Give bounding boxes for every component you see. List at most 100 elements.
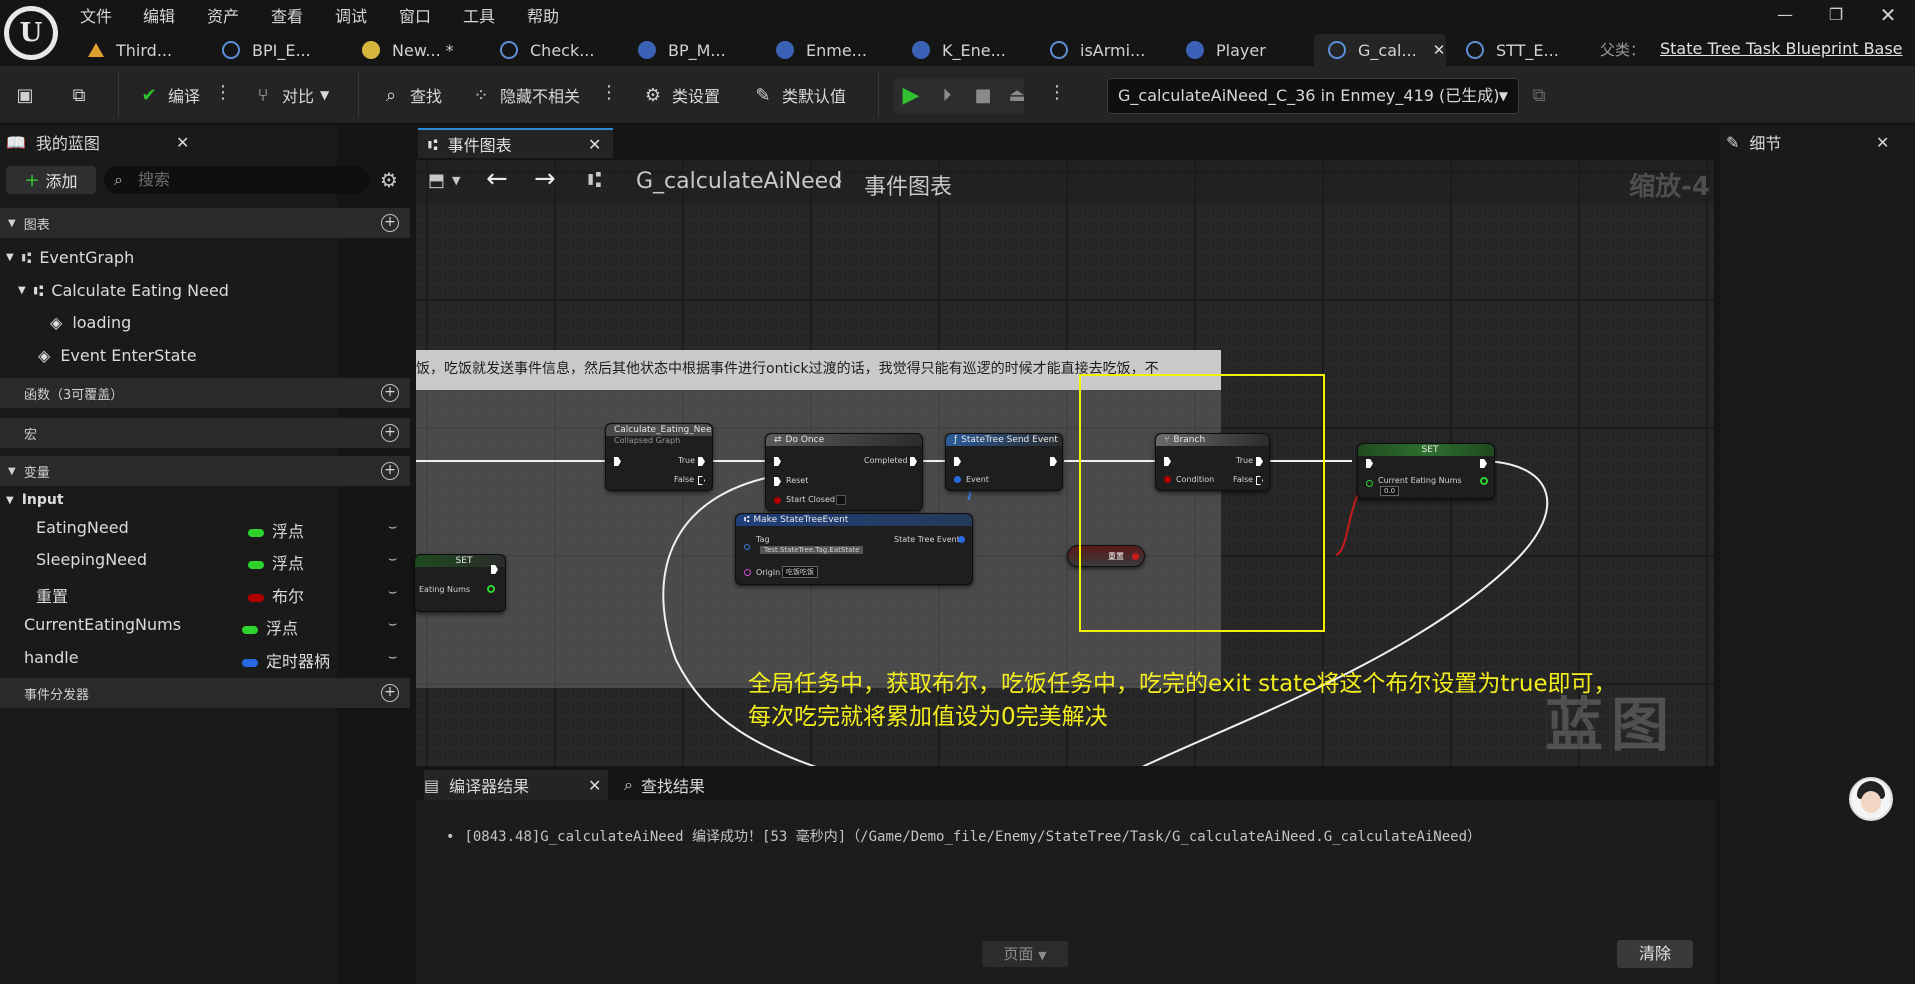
section-macros[interactable]: 宏 + bbox=[0, 418, 410, 448]
menu-help[interactable]: 帮助 bbox=[527, 3, 559, 27]
step-button[interactable]: ⏵ bbox=[936, 80, 966, 110]
object-in-pin[interactable] bbox=[744, 569, 751, 576]
menu-view[interactable]: 查看 bbox=[271, 3, 303, 27]
doc-tab[interactable]: BPI_E... bbox=[208, 34, 311, 66]
struct-out-pin[interactable] bbox=[958, 536, 965, 543]
add-button[interactable]: + 添加 bbox=[6, 166, 96, 194]
forward-arrow-icon[interactable]: → bbox=[534, 164, 556, 194]
doc-tab[interactable]: Enme... bbox=[762, 34, 867, 66]
variable-row[interactable]: 重置 布尔 ⌣ bbox=[0, 579, 410, 607]
doc-tab-active[interactable]: G_cal... ✕ bbox=[1314, 34, 1446, 66]
exec-in-pin[interactable] bbox=[614, 457, 621, 466]
exec-in-pin[interactable] bbox=[774, 457, 781, 466]
doc-tab[interactable]: New... * bbox=[348, 34, 454, 66]
back-arrow-icon[interactable]: ← bbox=[486, 164, 508, 194]
exec-out-pin[interactable] bbox=[1480, 459, 1487, 468]
doc-tab[interactable]: Third... bbox=[74, 34, 172, 66]
menu-tools[interactable]: 工具 bbox=[463, 3, 495, 27]
exec-in-pin[interactable] bbox=[1366, 459, 1373, 468]
add-dispatcher-icon[interactable]: + bbox=[381, 684, 399, 702]
doc-tab[interactable]: Player bbox=[1172, 34, 1266, 66]
exec-out-pin[interactable] bbox=[910, 457, 917, 466]
menu-debug[interactable]: 调试 bbox=[335, 3, 367, 27]
bookmark-icon[interactable]: ⬒ bbox=[428, 170, 445, 191]
start-closed-checkbox[interactable] bbox=[836, 495, 846, 505]
tab-event-graph[interactable]: ⑆ 事件图表 ✕ bbox=[418, 128, 613, 158]
minimize-icon[interactable]: — bbox=[1764, 2, 1806, 28]
breadcrumb-leaf[interactable]: 事件图表 bbox=[864, 169, 952, 201]
save-button[interactable]: ▣ bbox=[14, 80, 44, 110]
close-panel-icon[interactable]: ✕ bbox=[1876, 133, 1889, 152]
eye-closed-icon[interactable]: ⌣ bbox=[388, 584, 397, 600]
exec-out-pin[interactable] bbox=[1050, 457, 1057, 466]
restore-icon[interactable]: ❐ bbox=[1815, 2, 1857, 28]
variable-row[interactable]: handle 定时器柄 ⌣ bbox=[0, 644, 410, 672]
category-input[interactable]: ▼ Input bbox=[6, 486, 64, 514]
tree-event-graph[interactable]: ▼ ⑆ EventGraph bbox=[6, 243, 134, 271]
compile-options-icon[interactable]: ⋮ bbox=[214, 82, 232, 103]
value-input[interactable]: 0.0 bbox=[1380, 486, 1400, 496]
hide-unrelated-button[interactable]: ⁘ 隐藏不相关 bbox=[470, 80, 580, 110]
section-functions[interactable]: 函数（3可覆盖） + bbox=[0, 378, 410, 408]
eye-closed-icon[interactable]: ⌣ bbox=[388, 519, 397, 535]
collapsed-graph-node[interactable]: Calculate_Eating_Need Collapsed Graph Tr… bbox=[605, 423, 713, 491]
doc-tab[interactable]: Check... bbox=[486, 34, 594, 66]
add-macro-icon[interactable]: + bbox=[381, 424, 399, 442]
more-options-icon[interactable]: ⋮ bbox=[600, 82, 618, 103]
my-blueprint-tab[interactable]: 📖 我的蓝图 ✕ bbox=[6, 127, 196, 157]
browse-button[interactable]: ⧉ bbox=[68, 80, 98, 110]
set-node-partial[interactable]: SET Eating Nums bbox=[414, 554, 506, 612]
doc-tab[interactable]: BP_M... bbox=[624, 34, 726, 66]
add-graph-icon[interactable]: + bbox=[381, 214, 399, 232]
page-dropdown[interactable]: 页面 ▼ bbox=[982, 941, 1068, 967]
close-tab-icon[interactable]: ✕ bbox=[588, 135, 601, 154]
eye-closed-icon[interactable]: ⌣ bbox=[388, 551, 397, 567]
parent-class-link[interactable]: State Tree Task Blueprint Base bbox=[1660, 39, 1903, 58]
tree-loading[interactable]: ◈ loading bbox=[50, 308, 131, 336]
play-button[interactable]: ▶ bbox=[900, 80, 930, 110]
section-graphs[interactable]: ▼ 图表 + bbox=[0, 208, 410, 238]
exec-in-pin[interactable] bbox=[954, 457, 961, 466]
close-panel-icon[interactable]: ✕ bbox=[176, 133, 189, 152]
doc-tab[interactable]: isArmi... bbox=[1036, 34, 1145, 66]
bool-in-pin[interactable] bbox=[774, 497, 781, 504]
section-dispatchers[interactable]: 事件分发器 + bbox=[0, 678, 410, 708]
class-settings-button[interactable]: ⚙ 类设置 bbox=[642, 80, 720, 110]
chevron-down-icon[interactable]: ▼ bbox=[452, 174, 460, 187]
add-variable-icon[interactable]: + bbox=[381, 462, 399, 480]
tag-in-pin[interactable] bbox=[744, 544, 750, 550]
tab-compiler-results[interactable]: ▤ 编译器结果 ✕ bbox=[424, 770, 608, 800]
tab-find-results[interactable]: ⌕ 查找结果 bbox=[624, 770, 705, 800]
doc-tab[interactable]: K_Ene... bbox=[898, 34, 1006, 66]
close-tab-icon[interactable]: ✕ bbox=[1433, 41, 1446, 59]
close-tab-icon[interactable]: ✕ bbox=[588, 776, 601, 795]
details-tab[interactable]: ✎ 细节 ✕ bbox=[1720, 128, 1915, 156]
breadcrumb-root[interactable]: G_calculateAiNeed bbox=[636, 169, 842, 194]
menu-file[interactable]: 文件 bbox=[80, 3, 112, 27]
float-in-pin[interactable] bbox=[1366, 480, 1373, 487]
exec-out-pin[interactable] bbox=[698, 476, 705, 485]
exec-in-pin[interactable] bbox=[774, 477, 781, 486]
avatar[interactable] bbox=[1849, 777, 1893, 821]
find-debug-button[interactable]: ⧉ bbox=[1528, 80, 1558, 110]
menu-asset[interactable]: 资产 bbox=[207, 3, 239, 27]
tree-enter-state[interactable]: ◈ Event EnterState bbox=[38, 341, 197, 369]
exec-out-pin[interactable] bbox=[698, 457, 705, 466]
eject-button[interactable]: ⏏ bbox=[1006, 80, 1036, 110]
variable-row[interactable]: SleepingNeed 浮点 ⌣ bbox=[0, 546, 410, 574]
send-event-node[interactable]: ƒ StateTree Send Event Event bbox=[945, 433, 1063, 491]
compile-button[interactable]: ✔ 编译 bbox=[138, 80, 200, 110]
diff-button[interactable]: ⑂ 对比 ▼ bbox=[252, 80, 330, 110]
section-variables[interactable]: ▼ 变量 + bbox=[0, 456, 410, 486]
play-options-icon[interactable]: ⋮ bbox=[1048, 82, 1066, 103]
tree-collapsed-graph[interactable]: ▼ ⑆ Calculate Eating Need bbox=[18, 276, 229, 304]
tag-value-chip[interactable]: Test.StateTree.Tag.EatState bbox=[760, 546, 864, 554]
origin-input[interactable]: 吃饭吃饭 bbox=[782, 566, 818, 578]
variable-row[interactable]: CurrentEatingNums 浮点 ⌣ bbox=[0, 611, 410, 639]
unreal-logo-icon[interactable]: U bbox=[4, 6, 58, 60]
class-defaults-button[interactable]: ✎ 类默认值 bbox=[752, 80, 846, 110]
eye-closed-icon[interactable]: ⌣ bbox=[388, 616, 397, 632]
do-once-node[interactable]: ⇄ Do Once Completed Reset Start Closed bbox=[765, 433, 923, 511]
variable-row[interactable]: EatingNeed 浮点 ⌣ bbox=[0, 514, 410, 542]
menu-window[interactable]: 窗口 bbox=[399, 3, 431, 27]
